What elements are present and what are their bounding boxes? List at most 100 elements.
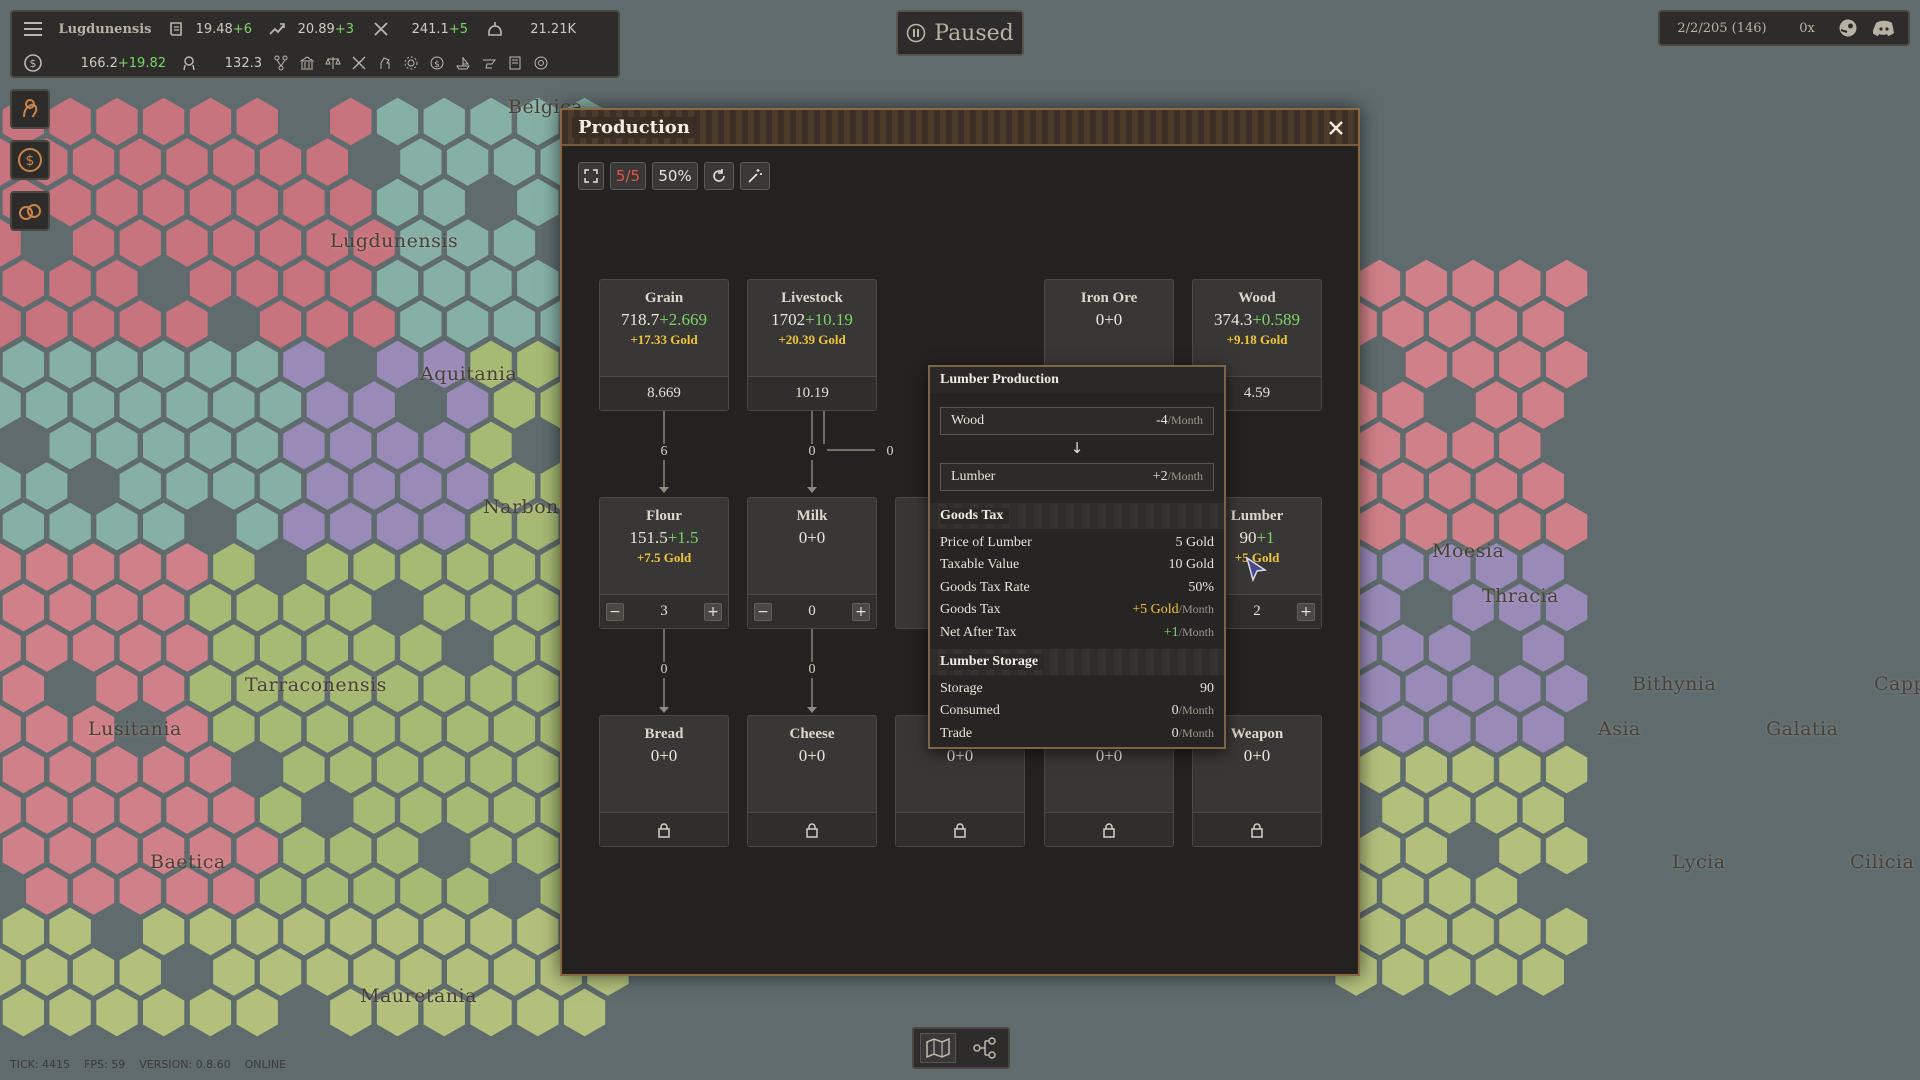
fullscreen-icon: [584, 169, 598, 183]
horse-icon[interactable]: [372, 50, 398, 76]
worker-count-button[interactable]: 5/5: [610, 162, 646, 190]
storage-header: Lumber Storage: [930, 649, 1224, 675]
stat1-value: 19.48+6: [195, 21, 252, 37]
down-arrow-icon: ↓: [1070, 439, 1084, 457]
side-button-portrait[interactable]: [10, 89, 50, 129]
side-button-economy[interactable]: $: [10, 140, 50, 180]
close-button[interactable]: [1324, 116, 1348, 140]
auto-assign-button[interactable]: [740, 162, 770, 190]
locked-footer: [1045, 812, 1173, 846]
region-label-asia[interactable]: Asia: [1598, 718, 1641, 740]
map-mode-bar: [912, 1027, 1010, 1069]
swords-icon[interactable]: [346, 50, 372, 76]
gold-value: 166.2+19.82: [80, 55, 166, 71]
scroll-icon[interactable]: [164, 16, 190, 42]
refresh-icon: [713, 169, 725, 182]
pause-icon: [906, 23, 926, 43]
gear-icon[interactable]: [398, 50, 424, 76]
card-amount: 0+0: [1095, 746, 1123, 765]
card-output: 10.19: [748, 376, 876, 410]
gold-coin-icon[interactable]: $: [20, 50, 46, 76]
lock-icon: [806, 822, 818, 838]
svg-text:$: $: [26, 153, 35, 169]
card-gold: +9.18 Gold: [1226, 332, 1288, 347]
decrease-workers-button[interactable]: −: [754, 603, 772, 621]
input-rate: -4/Month: [1155, 413, 1203, 428]
production-tree-button[interactable]: [967, 1033, 1003, 1063]
svg-text:$: $: [30, 57, 37, 70]
pause-indicator[interactable]: Paused: [896, 10, 1024, 56]
storage-row: Storage 90: [940, 681, 1214, 696]
card-name: Bread: [644, 726, 684, 742]
region-label-lusitania[interactable]: Lusitania: [88, 718, 182, 740]
region-label-capp[interactable]: Capp: [1874, 673, 1920, 695]
dialog-header[interactable]: Production: [562, 110, 1358, 146]
card-gold: +20.39 Gold: [778, 332, 846, 347]
region-label-galatia[interactable]: Galatia: [1766, 718, 1838, 740]
region-label-aquitania[interactable]: Aquitania: [420, 363, 517, 385]
fullscreen-button[interactable]: [578, 162, 604, 190]
side-button-diplomacy[interactable]: [10, 191, 50, 231]
helmet-icon[interactable]: [482, 16, 508, 42]
steam-icon[interactable]: [1830, 18, 1866, 38]
input-name: Wood: [951, 413, 985, 428]
region-label-mauretania[interactable]: Mauretania: [360, 985, 477, 1007]
province-name[interactable]: Lugdunensis: [46, 22, 164, 37]
discord-icon[interactable]: [1866, 19, 1902, 37]
temple-icon[interactable]: [294, 50, 320, 76]
card-cheese[interactable]: Cheese 0+0: [747, 715, 877, 847]
book-icon[interactable]: [502, 50, 528, 76]
increase-workers-button[interactable]: +: [1297, 603, 1315, 621]
ship-icon[interactable]: [450, 50, 476, 76]
flow-flour-bread: 0: [649, 662, 679, 678]
increase-workers-button[interactable]: +: [852, 603, 870, 621]
trend-icon[interactable]: [264, 16, 290, 42]
flow-grain-flour: 6: [649, 444, 679, 460]
region-label-baetica[interactable]: Baetica: [150, 851, 226, 873]
card-amount: 0+0: [650, 746, 678, 765]
menu-icon[interactable]: [20, 16, 46, 42]
card-livestock[interactable]: Livestock 1702+10.19 +20.39 Gold 10.19: [747, 279, 877, 411]
locked-footer: [600, 812, 728, 846]
region-label-lycia[interactable]: Lycia: [1672, 851, 1726, 873]
crossed-swords-icon[interactable]: [368, 16, 394, 42]
laurel-icon[interactable]: [176, 50, 202, 76]
coin-icon[interactable]: $: [424, 50, 450, 76]
online-status: ONLINE: [244, 1058, 287, 1071]
card-output: 8.669: [600, 376, 728, 410]
map-icon: [925, 1038, 950, 1058]
card-milk[interactable]: Milk 0+0 − 0 +: [747, 497, 877, 629]
region-label-moesia[interactable]: Moesia: [1432, 540, 1504, 562]
region-label-thracia[interactable]: Thracia: [1482, 585, 1559, 607]
game-date: 2/2/205 (146): [1677, 20, 1767, 36]
region-label-bithynia[interactable]: Bithynia: [1632, 673, 1716, 695]
region-label-cilicia[interactable]: Cilicia: [1850, 851, 1914, 873]
decrease-workers-button[interactable]: −: [606, 603, 624, 621]
card-amount: 151.5+1.5: [629, 528, 699, 547]
region-label-lugdunensis[interactable]: Lugdunensis: [330, 230, 458, 252]
card-name: Livestock: [781, 290, 843, 306]
game-speed[interactable]: 0x: [1784, 21, 1830, 36]
region-label-tarraconensis[interactable]: Tarraconensis: [245, 674, 387, 696]
crest-icon[interactable]: [528, 50, 554, 76]
card-name: Iron Ore: [1080, 290, 1138, 306]
region-label-narbonensis[interactable]: Narbonensis: [483, 496, 560, 518]
card-bread[interactable]: Bread 0+0: [599, 715, 729, 847]
refresh-button[interactable]: [704, 162, 734, 190]
card-flour[interactable]: Flour 151.5+1.5 +7.5 Gold − 3 +: [599, 497, 729, 629]
lock-icon: [954, 822, 966, 838]
tax-percent-button[interactable]: 50%: [652, 162, 698, 190]
fps-counter: FPS: 59: [84, 1058, 126, 1071]
anvil-icon[interactable]: [476, 50, 502, 76]
branch-icon[interactable]: [268, 50, 294, 76]
map-mode-button[interactable]: [919, 1033, 956, 1063]
output-rate: +2/Month: [1152, 469, 1203, 484]
stat2-value: 20.89+3: [297, 21, 354, 37]
tax-row-rate: Goods Tax Rate 50%: [940, 580, 1214, 595]
locked-footer: [748, 812, 876, 846]
increase-workers-button[interactable]: +: [704, 603, 722, 621]
svg-text:$: $: [434, 60, 440, 70]
scales-icon[interactable]: [320, 50, 346, 76]
card-grain[interactable]: Grain 718.7+2.669 +17.33 Gold 8.669: [599, 279, 729, 411]
card-gold: +17.33 Gold: [630, 332, 698, 347]
